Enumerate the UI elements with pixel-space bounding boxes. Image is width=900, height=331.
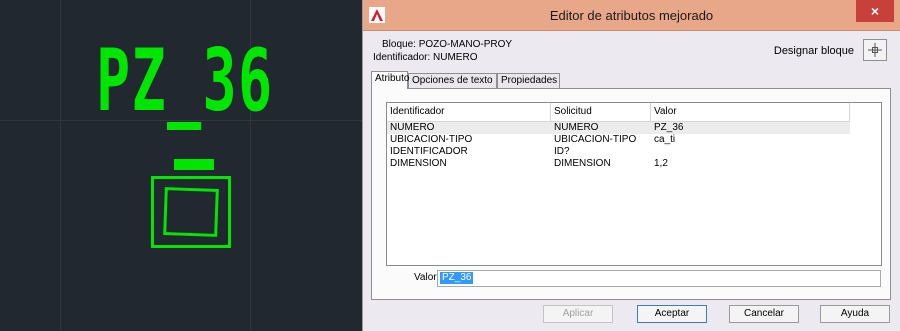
- block-info: Bloque: POZO-MANO-PROY Identificador: NU…: [373, 38, 512, 64]
- cell-solicitud: ID?: [554, 146, 570, 157]
- cell-solicitud: NUMERO: [554, 122, 599, 133]
- tab-propiedades[interactable]: Propiedades: [497, 73, 560, 88]
- column-header-identificador[interactable]: Identificador: [387, 103, 551, 121]
- cad-attribute-text[interactable]: PZ_36: [96, 38, 273, 124]
- grid-line: [60, 0, 61, 331]
- cell-valor: 1,2: [654, 158, 668, 169]
- select-block-label: Designar bloque: [773, 45, 854, 57]
- tab-atributo[interactable]: Atributo: [371, 71, 409, 89]
- cell-identificador: NUMERO: [390, 122, 435, 133]
- cell-valor: PZ_36: [654, 122, 684, 133]
- value-label: Valor:: [414, 272, 440, 283]
- cad-bar-symbol: [174, 159, 214, 170]
- dialog-title: Editor de atributos mejorado: [549, 8, 714, 23]
- cell-identificador: IDENTIFICADOR: [390, 146, 468, 157]
- attribute-list[interactable]: Identificador Solicitud Valor NUMERO NUM…: [386, 102, 882, 266]
- cad-drawing-area[interactable]: PZ_36: [0, 0, 362, 331]
- table-row[interactable]: IDENTIFICADOR ID?: [387, 146, 850, 158]
- apply-button[interactable]: Aplicar: [543, 305, 613, 323]
- tab-opciones-de-texto[interactable]: Opciones de texto: [408, 73, 497, 88]
- enhanced-attribute-editor-dialog: Editor de atributos mejorado × Bloque: P…: [362, 0, 900, 331]
- cell-solicitud: UBICACION-TIPO: [554, 134, 637, 145]
- value-input[interactable]: PZ_36: [437, 270, 881, 287]
- table-row[interactable]: NUMERO NUMERO PZ_36: [387, 122, 850, 134]
- table-row[interactable]: DIMENSION DIMENSION 1,2: [387, 158, 850, 170]
- cell-identificador: DIMENSION: [390, 158, 447, 169]
- block-name-label: Bloque: POZO-MANO-PROY: [382, 39, 513, 50]
- close-button[interactable]: ×: [856, 0, 894, 22]
- table-row[interactable]: UBICACION-TIPO UBICACION-TIPO ca_ti: [387, 134, 850, 146]
- crosshair-pick-icon: [868, 43, 882, 60]
- cell-solicitud: DIMENSION: [554, 158, 611, 169]
- table-header: Identificador Solicitud Valor: [387, 103, 850, 122]
- title-bar[interactable]: Editor de atributos mejorado ×: [363, 0, 900, 31]
- cad-block-inner-square: [163, 187, 219, 237]
- help-button[interactable]: Ayuda: [820, 305, 890, 323]
- select-block-button[interactable]: [863, 39, 887, 61]
- tag-label: Identificador: NUMERO: [373, 52, 478, 63]
- value-input-text: PZ_36: [440, 272, 474, 284]
- attribute-tab-panel: Identificador Solicitud Valor NUMERO NUM…: [371, 88, 891, 300]
- cell-identificador: UBICACION-TIPO: [390, 134, 473, 145]
- ok-button[interactable]: Aceptar: [637, 305, 707, 323]
- cancel-button[interactable]: Cancelar: [729, 305, 799, 323]
- column-header-valor[interactable]: Valor: [651, 103, 850, 121]
- cell-valor: ca_ti: [654, 134, 676, 145]
- column-header-solicitud[interactable]: Solicitud: [551, 103, 651, 121]
